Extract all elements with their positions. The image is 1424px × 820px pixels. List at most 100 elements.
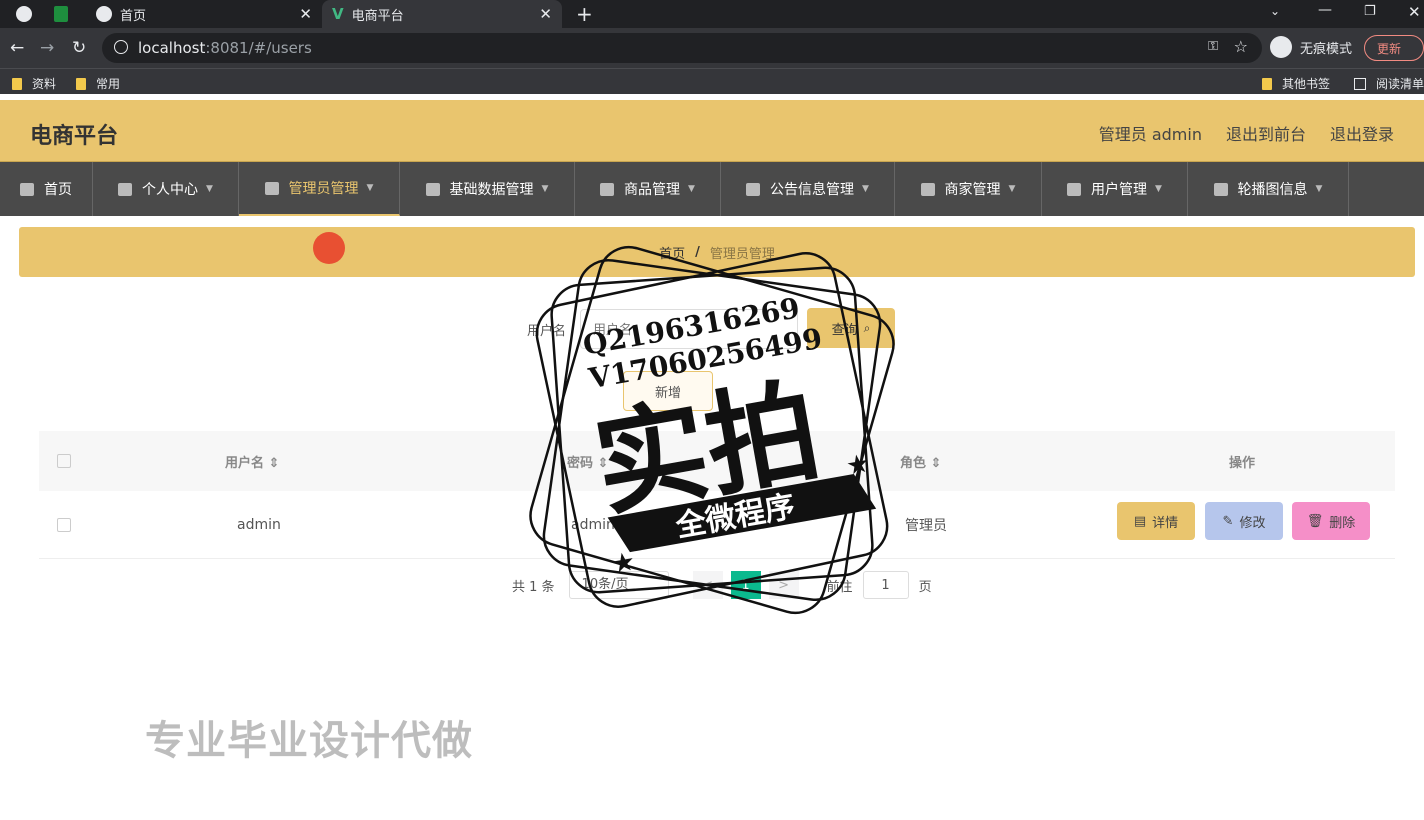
menu-label: 管理员管理 bbox=[288, 181, 359, 197]
front-link[interactable]: 退出到前台 bbox=[1226, 121, 1306, 145]
folder-icon bbox=[1262, 77, 1272, 90]
folder-icon bbox=[12, 77, 22, 90]
doc-icon: ▤ bbox=[1133, 513, 1147, 529]
trash-icon: 🗑 bbox=[1306, 513, 1324, 529]
pencil-icon: ✎ bbox=[1222, 513, 1234, 529]
home-icon bbox=[20, 182, 34, 196]
reading-list-label: 阅读清单 bbox=[1376, 77, 1424, 91]
close-window-icon[interactable]: ✕ bbox=[1408, 3, 1421, 21]
incognito-indicator[interactable]: 无痕模式 bbox=[1270, 36, 1352, 58]
minimize-icon[interactable]: — bbox=[1318, 2, 1332, 18]
stamp-overlay: Q2196316269 V17060256499 实拍 全微程序 ★ ★ bbox=[529, 245, 895, 615]
column-header-username[interactable]: 用户名 ⇕ bbox=[225, 452, 279, 471]
folder-icon bbox=[76, 77, 86, 90]
chevron-down-icon: ▼ bbox=[1155, 184, 1162, 194]
column-header-role[interactable]: 角色 ⇕ bbox=[900, 452, 941, 471]
edit-button[interactable]: ✎ 修改 bbox=[1205, 502, 1283, 540]
star-icon[interactable]: ☆ bbox=[1234, 37, 1248, 56]
update-button[interactable]: 更新 bbox=[1364, 35, 1424, 61]
box-icon bbox=[600, 182, 615, 196]
bookmark-label: 资料 bbox=[32, 77, 57, 91]
menu-label: 首页 bbox=[44, 182, 72, 198]
tab-title: 电商平台 bbox=[351, 8, 404, 24]
back-icon[interactable]: ← bbox=[10, 38, 24, 58]
incognito-label: 无痕模式 bbox=[1300, 41, 1353, 57]
globe-icon bbox=[96, 6, 112, 22]
menu-item-admin[interactable]: 管理员管理 ▼ bbox=[239, 162, 400, 216]
browser-tab-strip: 首页 ✕ V 电商平台 ✕ + ⌄ — ❐ ✕ bbox=[0, 0, 1424, 28]
url-path: :8081/#/users bbox=[205, 39, 312, 57]
watermark-text: 专业毕业设计代做 bbox=[145, 718, 473, 764]
bookmark-folder[interactable]: 资料 bbox=[12, 75, 56, 92]
chevron-down-icon: ▼ bbox=[366, 183, 374, 193]
bookmark-label: 常用 bbox=[96, 77, 121, 91]
sheets-icon[interactable] bbox=[54, 6, 68, 22]
delete-button[interactable]: 🗑 删除 bbox=[1292, 502, 1370, 540]
app-title: 电商平台 bbox=[30, 124, 119, 149]
menu-label: 个人中心 bbox=[142, 182, 199, 198]
chevron-down-icon: ▼ bbox=[541, 184, 549, 194]
app-header: 电商平台 管理员 admin 退出到前台 退出登录 bbox=[0, 100, 1424, 162]
restore-icon[interactable]: ❐ bbox=[1364, 4, 1376, 19]
vue-icon: V bbox=[332, 5, 344, 23]
chevron-down-icon: ▼ bbox=[688, 184, 695, 194]
tab-title: 首页 bbox=[120, 8, 147, 24]
flag-icon bbox=[264, 181, 279, 195]
star-icon: ★ bbox=[609, 547, 637, 581]
menu-label: 商品管理 bbox=[624, 182, 681, 198]
menu-label: 基础数据管理 bbox=[449, 182, 534, 198]
bookmark-folder[interactable]: 常用 bbox=[76, 75, 120, 92]
menu-item-profile[interactable]: 个人中心 ▼ bbox=[93, 162, 239, 216]
header-label: 用户名 bbox=[225, 455, 265, 471]
info-icon[interactable] bbox=[114, 40, 128, 54]
close-tab-icon[interactable]: ✕ bbox=[539, 5, 552, 23]
main-menu: 首页 个人中心 ▼ 管理员管理 ▼ 基础数据管理 ▼ 商品管理 ▼ 公告信息管理 ▼ 商家… bbox=[0, 162, 1424, 216]
star-icon: ★ bbox=[844, 448, 872, 482]
menu-item-merchant[interactable]: 商家管理 ▼ bbox=[895, 162, 1042, 216]
ticket-icon bbox=[425, 182, 440, 196]
logout-link[interactable]: 退出登录 bbox=[1330, 121, 1394, 145]
delete-label: 删除 bbox=[1329, 515, 1356, 531]
other-bookmarks[interactable]: 其他书签 bbox=[1262, 75, 1330, 92]
tab-search-icon[interactable]: ⌄ bbox=[1270, 4, 1280, 18]
header-links: 管理员 admin 退出到前台 退出登录 bbox=[1099, 121, 1394, 145]
update-label: 更新 bbox=[1377, 41, 1402, 56]
forward-icon[interactable]: → bbox=[40, 38, 54, 58]
chevron-down-icon: ▼ bbox=[206, 184, 213, 194]
click-indicator bbox=[313, 232, 345, 264]
reload-icon[interactable]: ↻ bbox=[72, 38, 86, 58]
bookmarks-bar: 资料 常用 其他书签 阅读清单 bbox=[0, 68, 1424, 94]
menu-item-basedata[interactable]: 基础数据管理 ▼ bbox=[400, 162, 575, 216]
tab-active[interactable]: V 电商平台 ✕ bbox=[322, 0, 562, 28]
close-tab-icon[interactable]: ✕ bbox=[299, 5, 312, 23]
detail-label: 详情 bbox=[1152, 515, 1179, 531]
key-icon[interactable]: ⚿ bbox=[1208, 39, 1218, 54]
sort-icon: ⇕ bbox=[268, 455, 280, 471]
menu-label: 轮播图信息 bbox=[1237, 182, 1308, 198]
reading-list-icon bbox=[1354, 77, 1366, 90]
user-icon bbox=[118, 182, 133, 196]
menu-label: 用户管理 bbox=[1091, 182, 1148, 198]
chart-icon bbox=[920, 182, 935, 196]
globe-icon[interactable] bbox=[16, 6, 32, 22]
menu-item-users[interactable]: 用户管理 ▼ bbox=[1042, 162, 1188, 216]
select-all-checkbox[interactable] bbox=[57, 454, 71, 468]
chevron-down-icon: ▼ bbox=[1315, 184, 1323, 194]
sort-icon: ⇕ bbox=[930, 455, 942, 471]
admin-label: 管理员 admin bbox=[1098, 125, 1202, 144]
person-icon bbox=[1213, 182, 1228, 196]
row-checkbox[interactable] bbox=[57, 517, 71, 532]
cell-username: admin bbox=[237, 516, 281, 533]
page-suffix: 页 bbox=[918, 579, 932, 595]
tab-home[interactable]: 首页 ✕ bbox=[86, 0, 322, 28]
url-field[interactable]: localhost:8081/#/users ⚿ ☆ bbox=[102, 33, 1262, 63]
new-tab-icon[interactable]: + bbox=[576, 2, 593, 26]
detail-button[interactable]: ▤ 详情 bbox=[1117, 502, 1195, 540]
incognito-icon bbox=[1270, 36, 1292, 58]
reading-list[interactable]: 阅读清单 bbox=[1354, 75, 1424, 92]
menu-item-carousel[interactable]: 轮播图信息 ▼ bbox=[1188, 162, 1349, 216]
other-bookmarks-label: 其他书签 bbox=[1282, 77, 1331, 91]
menu-item-goods[interactable]: 商品管理 ▼ bbox=[575, 162, 721, 216]
menu-item-home[interactable]: 首页 bbox=[0, 162, 93, 216]
menu-item-notice[interactable]: 公告信息管理 ▼ bbox=[721, 162, 895, 216]
